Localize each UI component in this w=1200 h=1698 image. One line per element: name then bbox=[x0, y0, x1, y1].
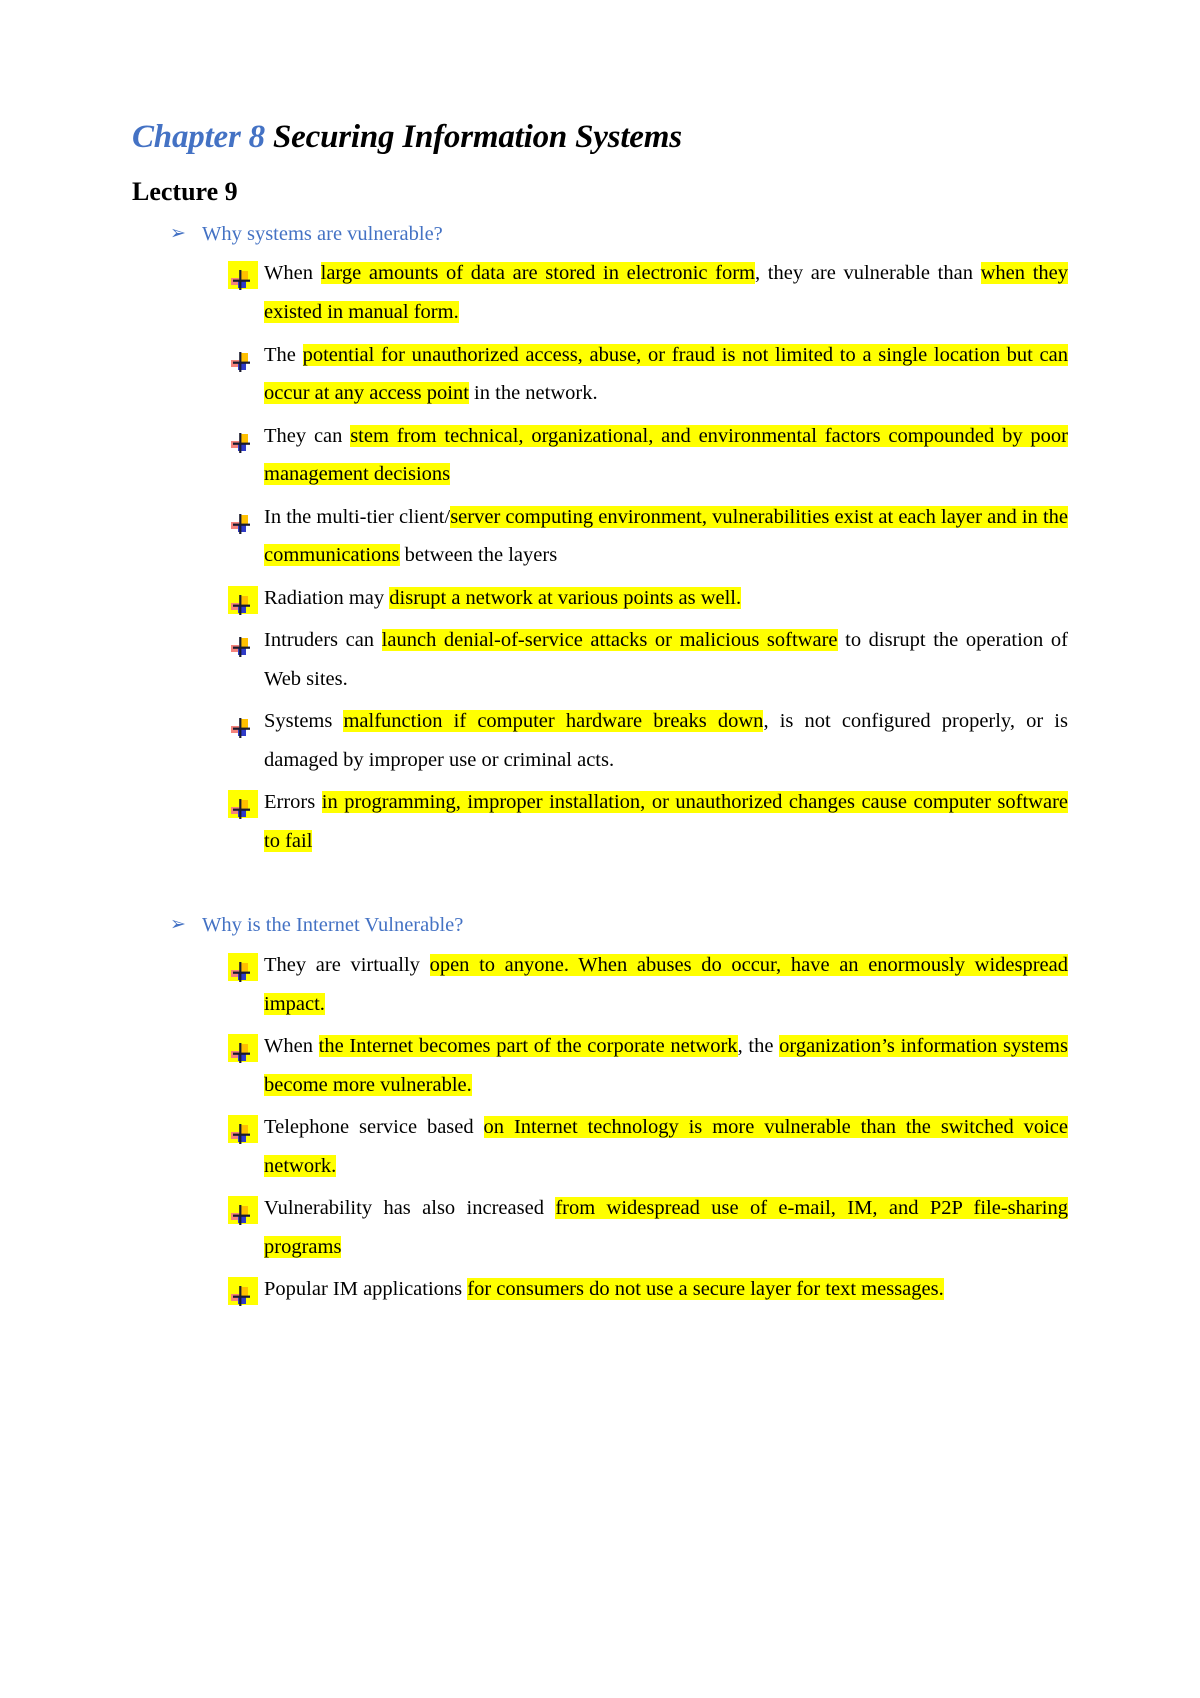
bullet-list: They are virtually open to anyone. When … bbox=[132, 946, 1068, 1309]
bullet-item: Radiation may disrupt a network at vario… bbox=[228, 579, 1068, 618]
bullet-item: The potential for unauthorized access, a… bbox=[230, 336, 1068, 413]
bullet-item: When the Internet becomes part of the co… bbox=[228, 1027, 1068, 1104]
plain-text: When bbox=[264, 1035, 319, 1058]
plain-text: Intruders can bbox=[264, 629, 382, 652]
colored-cross-bullet-icon bbox=[230, 590, 252, 615]
plain-text: Errors bbox=[264, 791, 322, 814]
colored-cross-bullet-icon bbox=[230, 632, 252, 658]
colored-cross-bullet-icon bbox=[230, 1038, 252, 1064]
section-header-label: Why is the Internet Vulnerable? bbox=[202, 914, 464, 937]
plain-text: The bbox=[264, 343, 303, 366]
bullet-item: When large amounts of data are stored in… bbox=[228, 254, 1068, 331]
lecture-heading: Lecture 9 bbox=[132, 176, 238, 206]
colored-cross-bullet-icon bbox=[230, 794, 252, 820]
bullet-item: Vulnerability has also increased from wi… bbox=[228, 1189, 1068, 1266]
plain-text: Telephone service based bbox=[264, 1116, 484, 1139]
colored-cross-bullet-icon bbox=[230, 713, 252, 739]
title-subject: Securing Information Systems bbox=[264, 119, 682, 155]
sections-container: ➢ Why systems are vulnerable? When large a… bbox=[132, 221, 1068, 1309]
highlighted-text: malfunction if computer hardware breaks … bbox=[343, 710, 764, 733]
colored-cross-bullet-icon bbox=[230, 1200, 252, 1226]
colored-cross-bullet-icon bbox=[230, 957, 252, 983]
plain-text: between the layers bbox=[399, 544, 558, 567]
arrow-bullet-icon: ➢ bbox=[170, 914, 186, 936]
highlighted-text: disrupt a network at various points as w… bbox=[389, 586, 742, 609]
section-header: ➢ Why systems are vulnerable? bbox=[132, 221, 1068, 249]
plain-text: Radiation may bbox=[264, 586, 390, 609]
bullet-item: Systems malfunction if computer hardware… bbox=[230, 702, 1068, 779]
highlighted-text: for consumers do not use a secure layer … bbox=[467, 1278, 944, 1301]
highlighted-text: the Internet becomes part of the corpora… bbox=[318, 1035, 738, 1058]
plain-text: In the multi-tier client/ bbox=[264, 505, 451, 528]
arrow-bullet-icon: ➢ bbox=[170, 222, 186, 244]
bullet-item: Telephone service based on Internet tech… bbox=[228, 1108, 1068, 1185]
plain-text: They are virtually bbox=[264, 954, 430, 977]
plain-text: Vulnerability has also increased bbox=[264, 1197, 556, 1220]
bullet-item: In the multi-tier client/server computin… bbox=[230, 498, 1068, 575]
plain-text: , the bbox=[737, 1035, 780, 1058]
bullet-item: Intruders can launch denial-of-service a… bbox=[230, 621, 1068, 698]
section-2: ➢ Why is the Internet Vulnerable? They are… bbox=[132, 912, 1068, 1308]
plain-text: , they are vulnerable than bbox=[755, 262, 981, 285]
section-header-label: Why systems are vulnerable? bbox=[202, 222, 443, 245]
colored-cross-bullet-icon bbox=[230, 509, 252, 534]
colored-cross-bullet-icon bbox=[230, 1281, 252, 1307]
bullet-item: Popular IM applications for consumers do… bbox=[228, 1270, 1068, 1309]
highlighted-text: potential for unauthorized access, abuse… bbox=[264, 343, 1068, 405]
colored-cross-bullet-icon bbox=[230, 347, 252, 372]
bullet-item: Errors in programming, improper installa… bbox=[228, 783, 1068, 860]
highlighted-text: in programming, improper installation, o… bbox=[264, 791, 1068, 852]
bullet-list: When large amounts of data are stored in… bbox=[132, 254, 1068, 860]
section-1: ➢ Why systems are vulnerable? When large a… bbox=[132, 221, 1068, 861]
bullet-item: They can stem from technical, organizati… bbox=[230, 417, 1068, 494]
title-chapter-number: Chapter 8 bbox=[132, 119, 265, 155]
plain-text: When bbox=[264, 262, 321, 285]
plain-text: in the network. bbox=[468, 382, 598, 405]
plain-text: They can bbox=[264, 424, 351, 447]
colored-cross-bullet-icon bbox=[230, 428, 252, 453]
document-page: Chapter 8 Securing Information Systems L… bbox=[0, 0, 1200, 1698]
section-header: ➢ Why is the Internet Vulnerable? bbox=[132, 912, 1068, 940]
highlighted-text: stem from technical, organizational, and… bbox=[264, 424, 1068, 486]
plain-text: Popular IM applications bbox=[264, 1278, 468, 1301]
highlighted-text: launch denial-of-service attacks or mali… bbox=[381, 629, 838, 652]
colored-cross-bullet-icon bbox=[230, 1119, 252, 1145]
bullet-item: They are virtually open to anyone. When … bbox=[228, 946, 1068, 1023]
page-title: Chapter 8 Securing Information Systems bbox=[132, 118, 1068, 158]
colored-cross-bullet-icon bbox=[230, 265, 252, 291]
highlighted-text: large amounts of data are stored in elec… bbox=[320, 262, 756, 285]
plain-text: Systems bbox=[264, 710, 344, 733]
